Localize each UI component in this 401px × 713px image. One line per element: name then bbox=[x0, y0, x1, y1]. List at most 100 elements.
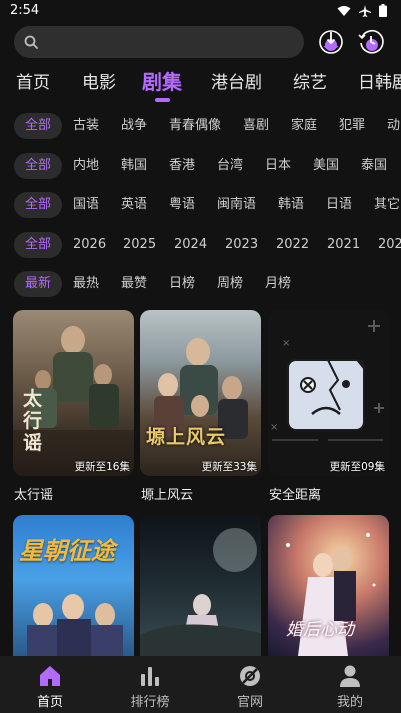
download-icon[interactable] bbox=[318, 29, 344, 55]
content-card[interactable] bbox=[140, 515, 261, 656]
filter-chip[interactable]: 喜剧 bbox=[243, 113, 269, 139]
tab-series[interactable]: 剧集 bbox=[142, 66, 182, 95]
filter-chip[interactable]: 家庭 bbox=[291, 113, 317, 139]
poster[interactable]: 星朝征途 bbox=[13, 515, 134, 656]
filter-chip[interactable]: 全部 bbox=[14, 192, 63, 218]
filter-chip[interactable]: 2020 bbox=[378, 232, 401, 258]
filter-chip[interactable]: 战争 bbox=[121, 113, 147, 139]
filter-chip[interactable]: 最赞 bbox=[121, 271, 147, 297]
filter-row-region: 全部 内地 韩国 香港 台湾 日本 美国 泰国 bbox=[0, 146, 401, 186]
episode-badge: 更新至09集 bbox=[329, 461, 385, 473]
card-title[interactable]: 太行谣 bbox=[14, 484, 53, 503]
tab-movies[interactable]: 电影 bbox=[82, 68, 116, 93]
filter-row-language: 全部 国语 英语 粤语 闽南语 韩语 日语 其它 bbox=[0, 185, 401, 225]
content-card[interactable]: × × 更新至09集 安全距离 bbox=[268, 310, 389, 503]
history-icon[interactable] bbox=[358, 29, 384, 55]
bottom-nav-home[interactable]: 首页 bbox=[0, 656, 100, 713]
filter-chip[interactable]: 2026 bbox=[73, 232, 106, 258]
filter-chip[interactable]: 日榜 bbox=[169, 271, 195, 297]
filter-chip[interactable]: 内地 bbox=[73, 153, 99, 179]
broken-image-icon: × × bbox=[270, 320, 384, 441]
content-card[interactable]: 星朝征途 bbox=[13, 515, 134, 656]
card-title[interactable]: 塬上风云 bbox=[141, 484, 193, 503]
filter-chip[interactable]: 动 bbox=[387, 113, 400, 139]
poster-art bbox=[140, 528, 261, 656]
poster-title-art: 塬上风云 bbox=[146, 426, 227, 448]
active-tab-indicator bbox=[155, 98, 170, 102]
filter-chip[interactable]: 最热 bbox=[73, 271, 99, 297]
filter-chip[interactable]: 国语 bbox=[73, 192, 99, 218]
battery-icon bbox=[379, 4, 387, 17]
filter-chip[interactable]: 2024 bbox=[174, 232, 207, 258]
card-title[interactable]: 安全距离 bbox=[269, 484, 321, 503]
profile-icon bbox=[340, 665, 360, 687]
tab-hk-tw-drama[interactable]: 港台剧 bbox=[211, 68, 262, 93]
bottom-nav-label: 我的 bbox=[336, 695, 363, 710]
filter-chip[interactable]: 全部 bbox=[14, 113, 63, 139]
filter-chip[interactable]: 古装 bbox=[73, 113, 99, 139]
filter-chip[interactable]: 日本 bbox=[265, 153, 291, 179]
filter-chip[interactable]: 其它 bbox=[374, 192, 400, 218]
content-card[interactable]: 塬上风云 更新至33集 塬上风云 bbox=[140, 310, 261, 503]
filter-row-year: 全部 2026 2025 2024 2023 2022 2021 2020 bbox=[0, 225, 401, 265]
filter-chip[interactable]: 闽南语 bbox=[217, 192, 256, 218]
poster[interactable]: × × 更新至09集 bbox=[268, 310, 389, 476]
filter-chip[interactable]: 2023 bbox=[225, 232, 258, 258]
content-card[interactable]: 婚后心动 bbox=[268, 515, 389, 656]
search-box[interactable] bbox=[14, 26, 304, 60]
filter-chip[interactable]: 2025 bbox=[123, 232, 156, 258]
tab-home[interactable]: 首页 bbox=[16, 68, 50, 93]
status-time: 2:54 bbox=[10, 3, 40, 18]
filter-chip[interactable]: 香港 bbox=[169, 153, 195, 179]
filter-chip[interactable]: 粤语 bbox=[169, 192, 195, 218]
filter-chip[interactable]: 韩国 bbox=[121, 153, 147, 179]
poster-title-art: 婚后心动 bbox=[286, 620, 354, 640]
svg-text:×: × bbox=[282, 338, 290, 349]
search-row bbox=[0, 24, 401, 62]
filter-chip[interactable]: 台湾 bbox=[217, 153, 243, 179]
filter-chip[interactable]: 韩语 bbox=[278, 192, 304, 218]
tab-jp-kr-drama[interactable]: 日韩剧 bbox=[358, 68, 401, 93]
poster[interactable]: 塬上风云 更新至33集 bbox=[140, 310, 261, 476]
search-input[interactable] bbox=[46, 26, 300, 60]
poster[interactable]: 太行谣 更新至16集 bbox=[13, 310, 134, 476]
airplane-icon bbox=[359, 4, 371, 17]
bottom-nav-label: 首页 bbox=[36, 695, 63, 710]
filter-chip[interactable]: 2022 bbox=[276, 232, 309, 258]
filter-chip[interactable]: 月榜 bbox=[265, 271, 291, 297]
filter-chip[interactable]: 2021 bbox=[327, 232, 360, 258]
filter-chip[interactable]: 英语 bbox=[121, 192, 147, 218]
status-bar: 2:54 bbox=[0, 0, 401, 24]
filter-chip[interactable]: 全部 bbox=[14, 232, 63, 258]
filter-row-genre: 全部 古装 战争 青春偶像 喜剧 家庭 犯罪 动 bbox=[0, 106, 401, 146]
filter-chip[interactable]: 周榜 bbox=[217, 271, 243, 297]
website-icon bbox=[240, 666, 260, 686]
bottom-nav-label: 官网 bbox=[236, 695, 263, 710]
poster[interactable]: 婚后心动 bbox=[268, 515, 389, 656]
ranking-icon bbox=[141, 667, 159, 686]
poster-art bbox=[154, 338, 248, 439]
home-icon bbox=[40, 666, 60, 686]
episode-badge: 更新至33集 bbox=[201, 461, 257, 473]
bottom-nav-ranking[interactable]: 排行榜 bbox=[100, 656, 200, 713]
status-icons bbox=[337, 4, 387, 17]
bottom-navigation: 首页 排行榜 官网 我的 bbox=[0, 656, 401, 713]
filter-chip[interactable]: 犯罪 bbox=[339, 113, 365, 139]
filter-chip[interactable]: 美国 bbox=[313, 153, 339, 179]
content-card[interactable]: 太行谣 更新至16集 太行谣 bbox=[13, 310, 134, 503]
svg-text:×: × bbox=[270, 422, 278, 433]
filter-chip[interactable]: 日语 bbox=[326, 192, 352, 218]
search-icon bbox=[24, 35, 38, 49]
category-tabs: 首页 电影 剧集 港台剧 综艺 日韩剧 bbox=[0, 62, 401, 104]
wifi-icon bbox=[337, 5, 351, 16]
filter-chip[interactable]: 全部 bbox=[14, 153, 63, 179]
bottom-nav-profile[interactable]: 我的 bbox=[300, 656, 400, 713]
filter-chip[interactable]: 泰国 bbox=[361, 153, 387, 179]
poster[interactable] bbox=[140, 515, 261, 656]
tab-variety[interactable]: 综艺 bbox=[293, 68, 327, 93]
filter-chip[interactable]: 最新 bbox=[14, 271, 63, 297]
filter-row-sort: 最新 最热 最赞 日榜 周榜 月榜 bbox=[0, 264, 401, 304]
bottom-nav-website[interactable]: 官网 bbox=[200, 656, 300, 713]
poster-title-art: 太行谣 bbox=[23, 388, 43, 454]
filter-chip[interactable]: 青春偶像 bbox=[169, 113, 221, 139]
